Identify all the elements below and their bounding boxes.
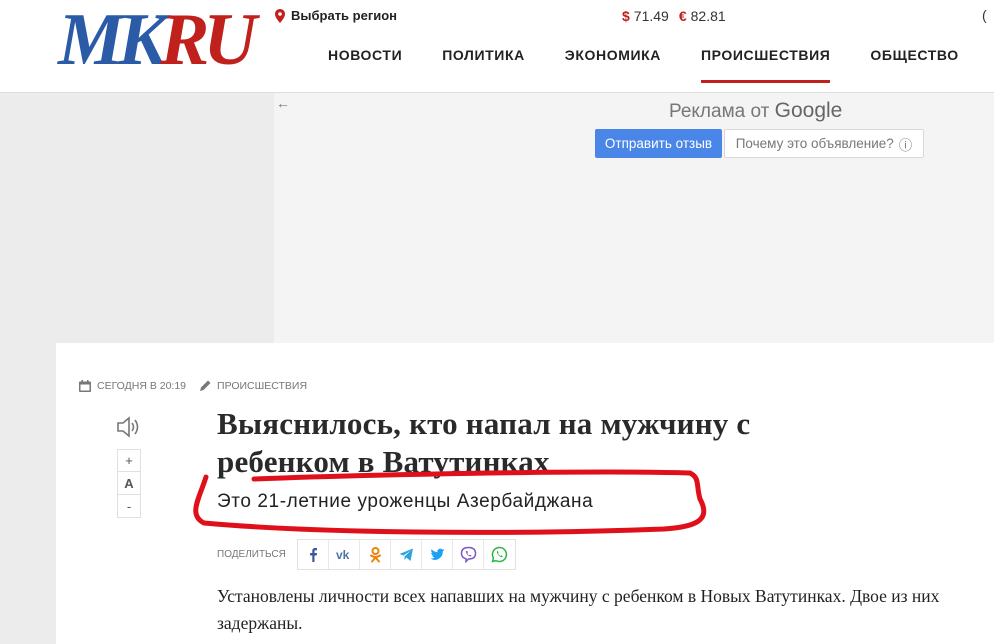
ad-title: Реклама от Google <box>669 99 843 122</box>
speaker-icon[interactable] <box>116 415 142 439</box>
main-nav: НОВОСТИ ПОЛИТИКА ЭКОНОМИКА ПРОИСШЕСТВИЯ … <box>328 47 994 83</box>
ad-block: ← Реклама от Google Отправить отзыв Поче… <box>274 93 994 343</box>
mkru-logo[interactable]: MK RU <box>56 6 270 72</box>
usd-rate: $71.49 <box>622 8 669 24</box>
whatsapp-icon[interactable] <box>484 540 515 569</box>
nav-item-politics[interactable]: ПОЛИТИКА <box>442 47 525 83</box>
facebook-icon[interactable] <box>298 540 329 569</box>
why-this-ad-button[interactable]: Почему это объявление? ⓘ <box>724 129 924 158</box>
back-arrow-icon[interactable]: ← <box>276 95 290 111</box>
send-feedback-button[interactable]: Отправить отзыв <box>595 129 722 158</box>
font-reset-button[interactable]: A <box>117 472 141 495</box>
region-label: Выбрать регион <box>291 8 398 23</box>
article-meta: сегодня в 20:19 происшествия <box>78 379 307 393</box>
viber-icon[interactable] <box>453 540 484 569</box>
nav-item-incidents[interactable]: ПРОИСШЕСТВИЯ <box>700 47 831 83</box>
odnoklassniki-icon[interactable] <box>360 540 391 569</box>
svg-text:vk: vk <box>336 548 350 562</box>
location-pin-icon <box>275 8 285 23</box>
article-lead: Установлены личности всех напавших на му… <box>217 586 940 633</box>
eur-rate: €82.81 <box>678 8 726 24</box>
info-icon: ⓘ <box>898 137 913 153</box>
article-subheadline: Это 21-летние уроженцы Азербайджана <box>217 491 594 512</box>
vk-icon[interactable]: vk <box>329 540 360 569</box>
calendar-icon <box>79 380 91 392</box>
nav-item-society[interactable]: ОБЩЕСТВО <box>870 47 958 83</box>
rubric-link[interactable]: происшествия <box>217 380 307 392</box>
publish-date: сегодня в 20:19 <box>97 380 187 392</box>
svg-text:RU: RU <box>159 6 260 72</box>
nav-item-economy[interactable]: ЭКОНОМИКА <box>565 47 661 83</box>
site-header: MK RU Выбрать регион $71.49 €82.81 ( НОВ… <box>0 0 994 93</box>
font-size-controls: + A - <box>117 449 141 518</box>
share-buttons: vk <box>297 539 516 570</box>
article: сегодня в 20:19 происшествия + A - Выясн… <box>56 343 994 644</box>
article-headline: Выяснилось, кто напал на мужчину с ребен… <box>217 406 751 479</box>
currency-rates: $71.49 €82.81 <box>622 8 726 24</box>
pencil-icon <box>200 380 211 391</box>
nav-item-news[interactable]: НОВОСТИ <box>328 47 402 83</box>
font-increase-button[interactable]: + <box>117 449 141 472</box>
font-decrease-button[interactable]: - <box>117 495 141 518</box>
region-selector[interactable]: Выбрать регион <box>275 8 397 23</box>
svg-text:MK: MK <box>57 6 172 72</box>
twitter-icon[interactable] <box>422 540 453 569</box>
google-label: Google <box>774 99 843 122</box>
telegram-icon[interactable] <box>391 540 422 569</box>
share-label: поделиться <box>217 549 286 560</box>
cut-off-element: ( <box>982 7 987 23</box>
